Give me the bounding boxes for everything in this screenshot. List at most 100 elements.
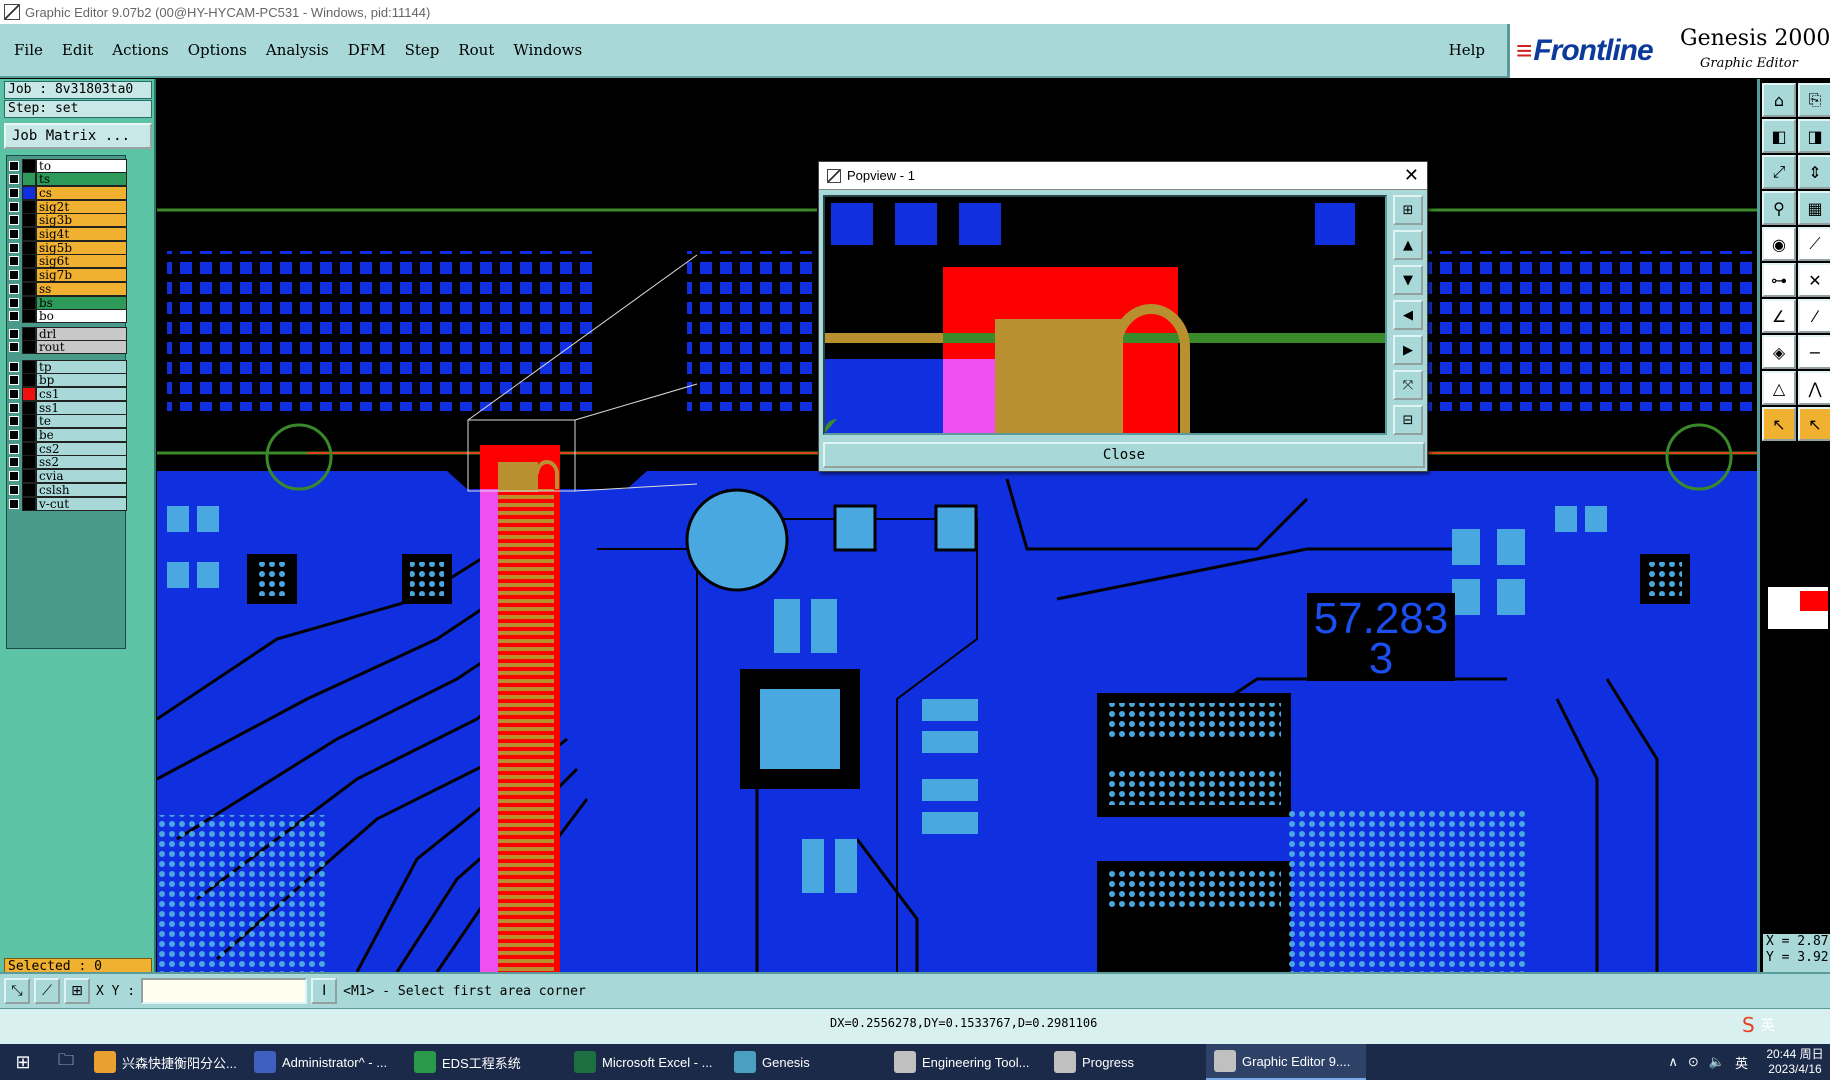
menu-help[interactable]: Help — [1449, 41, 1485, 59]
layer-color-swatch[interactable] — [22, 326, 36, 341]
popview-pan-right-button[interactable]: ▶ — [1393, 335, 1423, 365]
clock[interactable]: 20:44 周日 2023/4/16 — [1760, 1047, 1830, 1077]
layer-checkbox[interactable] — [9, 297, 19, 308]
layer-name[interactable]: drl — [36, 326, 127, 341]
layer-color-swatch[interactable] — [22, 254, 36, 269]
network-icon[interactable]: ⊙ — [1688, 1054, 1699, 1070]
menu-step[interactable]: Step — [405, 41, 440, 59]
layer-checkbox[interactable] — [9, 270, 19, 281]
layer-name[interactable]: sig5b — [36, 240, 127, 255]
layer-checkbox[interactable] — [9, 457, 19, 468]
popview-zoom-in-button[interactable]: ⊞ — [1393, 195, 1423, 225]
job-matrix-button[interactable]: Job Matrix ... — [4, 123, 152, 149]
layer-name[interactable]: ss — [36, 281, 127, 296]
tray-ime-label[interactable]: 英 — [1735, 1053, 1748, 1072]
pointer-select-icon[interactable]: ↖ — [1798, 407, 1830, 441]
layer-checkbox[interactable] — [9, 375, 19, 386]
xy-input[interactable] — [141, 978, 308, 1004]
layer-checkbox[interactable] — [9, 443, 19, 454]
pan-left-icon[interactable]: ◧ — [1762, 119, 1796, 153]
layer-color-swatch[interactable] — [22, 185, 36, 200]
slash-icon[interactable]: ⁄ — [1798, 299, 1830, 333]
layer-color-swatch[interactable] — [22, 482, 36, 497]
layer-name[interactable]: rout — [36, 340, 127, 355]
zoom-back-icon[interactable]: ⎘ — [1798, 83, 1830, 117]
layer-color-swatch[interactable] — [22, 213, 36, 228]
layer-row-bo[interactable]: bo — [9, 309, 127, 324]
layer-color-swatch[interactable] — [22, 455, 36, 470]
fit-height-icon[interactable]: ⇕ — [1798, 155, 1830, 189]
zoom-home-icon[interactable]: ⌂ — [1762, 83, 1796, 117]
zoom-area-icon[interactable]: ⤡ — [4, 978, 30, 1004]
layer-checkbox[interactable] — [9, 215, 19, 226]
layer-checkbox[interactable] — [9, 471, 19, 482]
layer-name[interactable]: bs — [36, 295, 127, 310]
layer-color-swatch[interactable] — [22, 414, 36, 429]
file-explorer-icon[interactable]: 🗀 — [46, 1044, 86, 1080]
popview-pan-up-button[interactable]: ▲ — [1393, 230, 1423, 260]
layer-name[interactable]: te — [36, 414, 127, 429]
layer-name[interactable]: cs1 — [36, 386, 127, 401]
layer-name[interactable]: ss2 — [36, 455, 127, 470]
layer-name[interactable]: be — [36, 428, 127, 442]
grid-icon[interactable]: ▦ — [1798, 191, 1830, 225]
layer-color-swatch[interactable] — [22, 227, 36, 241]
dash-icon[interactable]: − — [1798, 335, 1830, 369]
layer-name[interactable]: ts — [36, 172, 127, 187]
layer-checkbox[interactable] — [9, 328, 19, 339]
layer-row-v-cut[interactable]: v-cut — [9, 496, 127, 511]
layer-name[interactable]: ss1 — [36, 400, 127, 415]
layer-name[interactable]: v-cut — [36, 496, 127, 511]
popview-zoom-out-button[interactable]: ⊟ — [1393, 405, 1423, 435]
menu-file[interactable]: File — [14, 41, 43, 59]
layer-checkbox[interactable] — [9, 402, 19, 413]
layer-color-swatch[interactable] — [22, 295, 36, 310]
taskbar-item[interactable]: Genesis — [726, 1044, 886, 1080]
layer-checkbox[interactable] — [9, 430, 19, 440]
menu-rout[interactable]: Rout — [458, 41, 494, 59]
info-icon[interactable]: Ⅰ — [311, 978, 338, 1004]
layer-name[interactable]: sig2t — [36, 199, 127, 214]
layer-color-swatch[interactable] — [22, 172, 36, 187]
layer-checkbox[interactable] — [9, 174, 19, 185]
grid-snap-icon[interactable]: ⊞ — [64, 978, 90, 1004]
menu-options[interactable]: Options — [188, 41, 247, 59]
layer-name[interactable]: cs — [36, 185, 127, 200]
layer-color-swatch[interactable] — [22, 373, 36, 388]
cross-icon[interactable]: ✕ — [1798, 263, 1830, 297]
layer-name[interactable]: cvia — [36, 469, 127, 484]
layer-color-swatch[interactable] — [22, 359, 36, 374]
snap-icon[interactable]: ⚲ — [1762, 191, 1796, 225]
triangle-icon[interactable]: △ — [1762, 371, 1796, 405]
layer-checkbox[interactable] — [9, 229, 19, 239]
layer-checkbox[interactable] — [9, 484, 19, 495]
ime-indicator[interactable]: S 英 — [1742, 1010, 1830, 1040]
layer-checkbox[interactable] — [9, 160, 19, 171]
windows-start-icon[interactable]: ⊞ — [0, 1044, 46, 1080]
layer-name[interactable]: bo — [36, 309, 127, 324]
menu-actions[interactable]: Actions — [112, 41, 168, 59]
layer-checkbox[interactable] — [9, 256, 19, 267]
taskbar-item[interactable]: Administrator^ - ... — [246, 1044, 406, 1080]
layer-checkbox[interactable] — [9, 342, 19, 353]
layer-name[interactable]: to — [36, 158, 127, 173]
taskbar-item[interactable]: Graphic Editor 9.... — [1206, 1044, 1366, 1080]
angle-icon[interactable]: ∠ — [1762, 299, 1796, 333]
layer-color-swatch[interactable] — [22, 199, 36, 214]
layer-checkbox[interactable] — [9, 416, 19, 427]
layer-color-swatch[interactable] — [22, 281, 36, 296]
pad-edit-icon[interactable]: ◈ — [1762, 335, 1796, 369]
layer-name[interactable]: sig7b — [36, 268, 127, 283]
popview-close-button[interactable]: Close — [823, 442, 1425, 468]
measure-icon[interactable]: ⋀ — [1798, 371, 1830, 405]
menu-windows[interactable]: Windows — [513, 41, 582, 59]
layer-name[interactable]: tp — [36, 359, 127, 374]
menu-analysis[interactable]: Analysis — [266, 41, 329, 59]
layer-name[interactable]: sig4t — [36, 227, 127, 241]
menu-dfm[interactable]: DFM — [348, 41, 386, 59]
close-icon[interactable]: ✕ — [1404, 165, 1419, 186]
layer-checkbox[interactable] — [9, 242, 19, 253]
layer-color-swatch[interactable] — [22, 268, 36, 283]
tray-chevron-icon[interactable]: ∧ — [1668, 1054, 1678, 1070]
taskbar-item[interactable]: 兴森快捷衡阳分公... — [86, 1044, 246, 1080]
